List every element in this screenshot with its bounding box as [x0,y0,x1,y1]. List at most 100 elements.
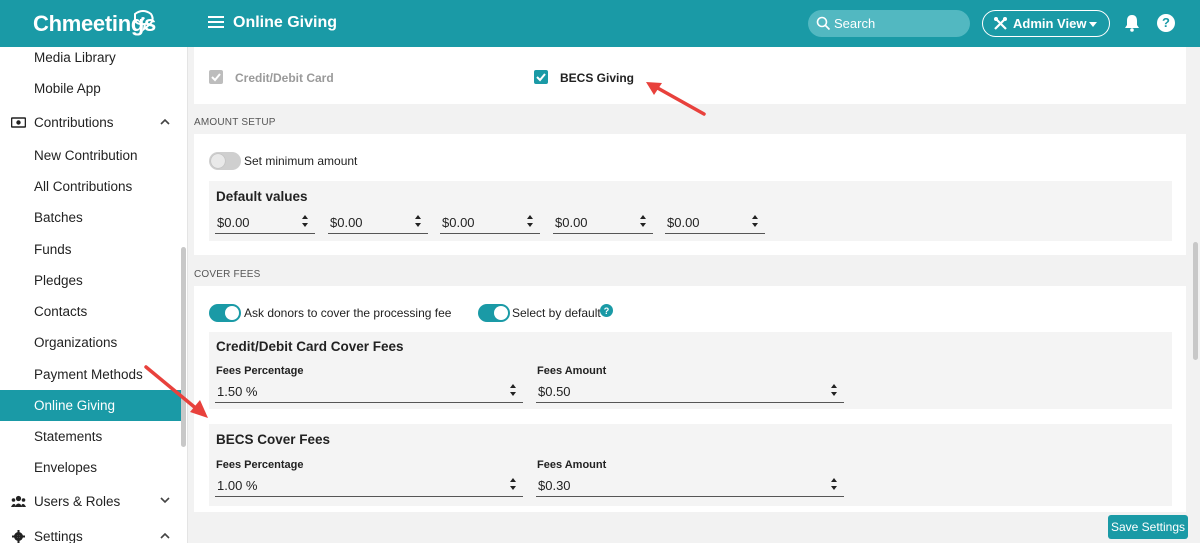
search-input[interactable]: Search [808,10,970,37]
becs-giving-label: BECS Giving [560,71,635,85]
svg-text:?: ? [604,306,610,316]
tools-icon [994,17,1007,30]
default-value-input[interactable]: $0.00 [328,210,428,234]
sidebar-item-label: Funds [34,242,72,257]
sidebar-item-label: Online Giving [34,398,116,413]
ask-donors-label: Ask donors to cover the processing fee [244,306,452,320]
card-fees-amount-input[interactable]: $0.50 [536,379,844,403]
page-title: Online Giving [233,14,338,31]
help-icon[interactable]: ? [1157,14,1175,32]
sidebar-item-batches[interactable]: Batches [0,202,181,233]
info-icon[interactable]: ? [600,304,613,317]
default-values-panel: Default values $0.00 $0.00 $0.00 $0.00 $… [209,181,1172,241]
sidebar-item-label: New Contribution [34,148,138,163]
search-placeholder: Search [834,16,876,31]
min-amount-toggle[interactable] [209,152,241,170]
becs-cover-fees-panel: BECS Cover Fees Fees Percentage 1.00 % F… [209,424,1172,506]
min-amount-label: Set minimum amount [244,154,358,168]
sidebar: Media Library Mobile App Contributions N… [0,47,188,543]
card-fees-percentage-input[interactable]: 1.50 % [215,379,523,403]
check-icon [211,73,221,82]
card-cover-fees-title: Credit/Debit Card Cover Fees [216,339,404,354]
credit-card-checkbox[interactable] [209,70,223,84]
check-icon [536,73,546,82]
sidebar-item-label: Payment Methods [34,367,143,382]
sidebar-item-all-contributions[interactable]: All Contributions [0,171,181,202]
default-value-input[interactable]: $0.00 [553,210,653,234]
sidebar-item-organizations[interactable]: Organizations [0,327,181,358]
credit-card-label: Credit/Debit Card [235,71,334,85]
sidebar-item-label: Mobile App [34,81,101,96]
sidebar-item-label: Organizations [34,335,118,350]
select-default-label: Select by default [512,306,601,320]
stepper-icon[interactable] [639,212,647,230]
admin-view-button[interactable]: Admin View [982,10,1110,37]
amount-setup-card: Set minimum amount Default values $0.00 … [194,134,1186,255]
sidebar-item-settings[interactable]: Settings [0,521,181,543]
users-icon [11,495,26,507]
sidebar-item-label: Contributions [34,115,114,130]
admin-view-label: Admin View [1013,16,1087,31]
cover-fees-card: Ask donors to cover the processing fee S… [194,286,1186,512]
stepper-icon[interactable] [509,381,517,399]
default-value-input[interactable]: $0.00 [215,210,315,234]
card-fees-amount-label: Fees Amount [537,365,607,377]
main-scrollbar[interactable] [1193,242,1198,360]
becs-cover-fees-title: BECS Cover Fees [216,432,331,447]
sidebar-item-label: Pledges [34,273,83,288]
annotation-arrow-icon [144,365,208,418]
becs-fees-amount-label: Fees Amount [537,459,607,471]
logo-mark-icon [134,10,154,32]
sidebar-item-statements[interactable]: Statements [0,421,181,452]
card-cover-fees-panel: Credit/Debit Card Cover Fees Fees Percen… [209,332,1172,409]
default-value-input[interactable]: $0.00 [440,210,540,234]
becs-giving-checkbox[interactable] [534,70,548,84]
becs-fees-percentage-label: Fees Percentage [216,459,304,471]
stepper-icon[interactable] [526,212,534,230]
sidebar-item-envelopes[interactable]: Envelopes [0,452,181,483]
chevron-up-icon [160,532,170,539]
top-bar: Chmeetings Online Giving Search Admin Vi… [0,0,1200,47]
sidebar-item-contributions[interactable]: Contributions [0,107,181,138]
sidebar-item-label: Statements [34,429,103,444]
main-content: Credit/Debit Card BECS Giving AMOUNT SET… [188,47,1200,543]
sidebar-item-contacts[interactable]: Contacts [0,296,181,327]
select-default-toggle[interactable] [478,304,510,322]
sidebar-item-label: All Contributions [34,179,133,194]
gear-icon [12,530,25,543]
becs-fees-amount-input[interactable]: $0.30 [536,473,844,497]
sidebar-item-label: Batches [34,210,83,225]
amount-setup-heading: AMOUNT SETUP [194,117,276,128]
money-icon [11,117,26,128]
stepper-icon[interactable] [301,212,309,230]
search-icon [816,16,831,31]
sidebar-item-users-roles[interactable]: Users & Roles [0,486,181,517]
stepper-icon[interactable] [414,212,422,230]
stepper-icon[interactable] [509,475,517,493]
sidebar-item-media-library[interactable]: Media Library [0,42,181,73]
hamburger-menu-icon[interactable] [208,15,224,29]
sidebar-item-label: Contacts [34,304,88,319]
default-values-title: Default values [216,189,308,204]
sidebar-item-mobile-app[interactable]: Mobile App [0,73,181,104]
sidebar-item-new-contribution[interactable]: New Contribution [0,140,181,171]
save-settings-button[interactable]: Save Settings [1108,515,1188,539]
ask-donors-toggle[interactable] [209,304,241,322]
sidebar-item-funds[interactable]: Funds [0,234,181,265]
annotation-arrow-icon [646,82,706,116]
bell-icon[interactable] [1124,14,1140,32]
sidebar-item-pledges[interactable]: Pledges [0,265,181,296]
stepper-icon[interactable] [751,212,759,230]
stepper-icon[interactable] [830,381,838,399]
sidebar-item-label: Envelopes [34,460,98,475]
cover-fees-heading: COVER FEES [194,269,261,280]
chevron-up-icon [160,118,170,125]
chevron-down-icon [160,497,170,504]
default-value-input[interactable]: $0.00 [665,210,765,234]
sidebar-item-label: Media Library [34,50,116,65]
stepper-icon[interactable] [830,475,838,493]
sidebar-item-label: Settings [34,529,83,543]
caret-down-icon [1089,22,1097,27]
becs-fees-percentage-input[interactable]: 1.00 % [215,473,523,497]
card-fees-percentage-label: Fees Percentage [216,365,304,377]
